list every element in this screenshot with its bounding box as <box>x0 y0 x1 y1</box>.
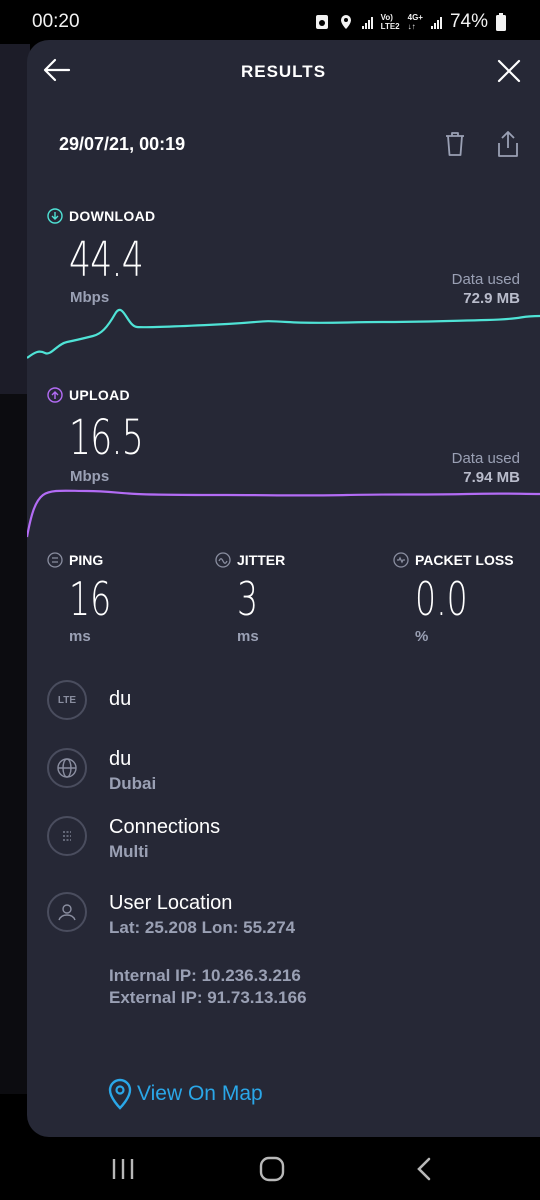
recent-apps-icon[interactable] <box>108 1155 138 1183</box>
download-value: 44.4 <box>69 232 144 288</box>
volte-indicator: Vo) LTE2 <box>380 13 400 31</box>
lte-icon: LTE <box>47 680 87 720</box>
view-on-map-link[interactable]: View On Map <box>107 1078 263 1110</box>
internal-ip: Internal IP: 10.236.3.216 <box>109 966 301 985</box>
packet-loss-value: 0.0 <box>415 572 468 626</box>
user-icon <box>47 892 87 932</box>
system-nav-bar <box>0 1137 540 1200</box>
upload-graph <box>27 489 540 538</box>
network-type: 4G+ ↓↑ <box>407 13 423 31</box>
packet-loss-metric: PACKET LOSS 0.0 % <box>393 552 514 645</box>
jitter-icon <box>215 552 231 568</box>
share-icon[interactable] <box>496 130 520 158</box>
location-icon <box>340 15 351 29</box>
upload-value: 16.5 <box>69 410 144 466</box>
upload-data-used: Data used 7.94 MB <box>451 450 520 486</box>
server-name: du <box>109 748 132 770</box>
download-icon <box>47 208 63 224</box>
background-app <box>0 44 30 394</box>
background-app-lower <box>0 394 30 1094</box>
connections-icon <box>47 816 87 856</box>
page-title: RESULTS <box>240 62 327 81</box>
location-row: User Location Lat: 25.208 Lon: 55.274 <box>47 892 295 938</box>
notification-icon <box>315 15 328 29</box>
download-label: DOWNLOAD <box>47 208 155 224</box>
server-city: Dubai <box>109 774 157 793</box>
connections-title: Connections <box>109 816 221 838</box>
jitter-value: 3 <box>237 572 259 626</box>
location-title: User Location <box>109 892 233 914</box>
home-icon[interactable] <box>257 1155 287 1183</box>
ping-unit: ms <box>69 628 91 645</box>
battery-icon <box>496 13 506 31</box>
upload-label: UPLOAD <box>47 387 130 403</box>
provider-row: LTE du <box>47 680 131 720</box>
status-time: 00:20 <box>32 11 80 32</box>
signal-icon-2 <box>430 15 442 29</box>
packet-loss-unit: % <box>415 628 429 645</box>
server-row: du Dubai <box>47 748 156 794</box>
top-bar: RESULTS <box>27 40 540 102</box>
upload-icon <box>47 387 63 403</box>
status-icons: Vo) LTE2 4G+ ↓↑ 74% <box>314 11 506 33</box>
ping-icon <box>47 552 63 568</box>
jitter-metric: JITTER 3 ms <box>215 552 285 645</box>
ip-info: Internal IP: 10.236.3.216 External IP: 9… <box>109 965 307 1009</box>
signal-icon <box>361 15 373 29</box>
globe-icon <box>47 748 87 788</box>
close-icon[interactable] <box>496 58 522 84</box>
jitter-unit: ms <box>237 628 259 645</box>
download-unit: Mbps <box>70 289 110 306</box>
download-graph <box>27 308 540 359</box>
ping-value: 16 <box>69 572 112 626</box>
result-datetime: 29/07/21, 00:19 <box>59 134 186 154</box>
results-sheet: RESULTS 29/07/21, 00:19 DOWNLOAD 44.4 Mb… <box>27 40 540 1137</box>
status-bar: 00:20 Vo) LTE2 4G+ ↓↑ 74% <box>0 0 540 44</box>
location-coords: Lat: 25.208 Lon: 55.274 <box>109 918 296 937</box>
download-data-used: Data used 72.9 MB <box>451 271 520 307</box>
upload-unit: Mbps <box>70 468 110 485</box>
map-pin-icon <box>108 1078 132 1110</box>
back-nav-icon[interactable] <box>410 1155 440 1183</box>
trash-icon[interactable] <box>443 130 467 158</box>
connections-row: Connections Multi <box>47 816 220 862</box>
external-ip: External IP: 91.73.13.166 <box>109 988 307 1007</box>
packet-loss-icon <box>393 552 409 568</box>
battery-percent: 74% <box>449 11 488 32</box>
provider-name: du <box>109 688 132 710</box>
connections-value: Multi <box>109 842 149 861</box>
ping-metric: PING 16 ms <box>47 552 128 645</box>
